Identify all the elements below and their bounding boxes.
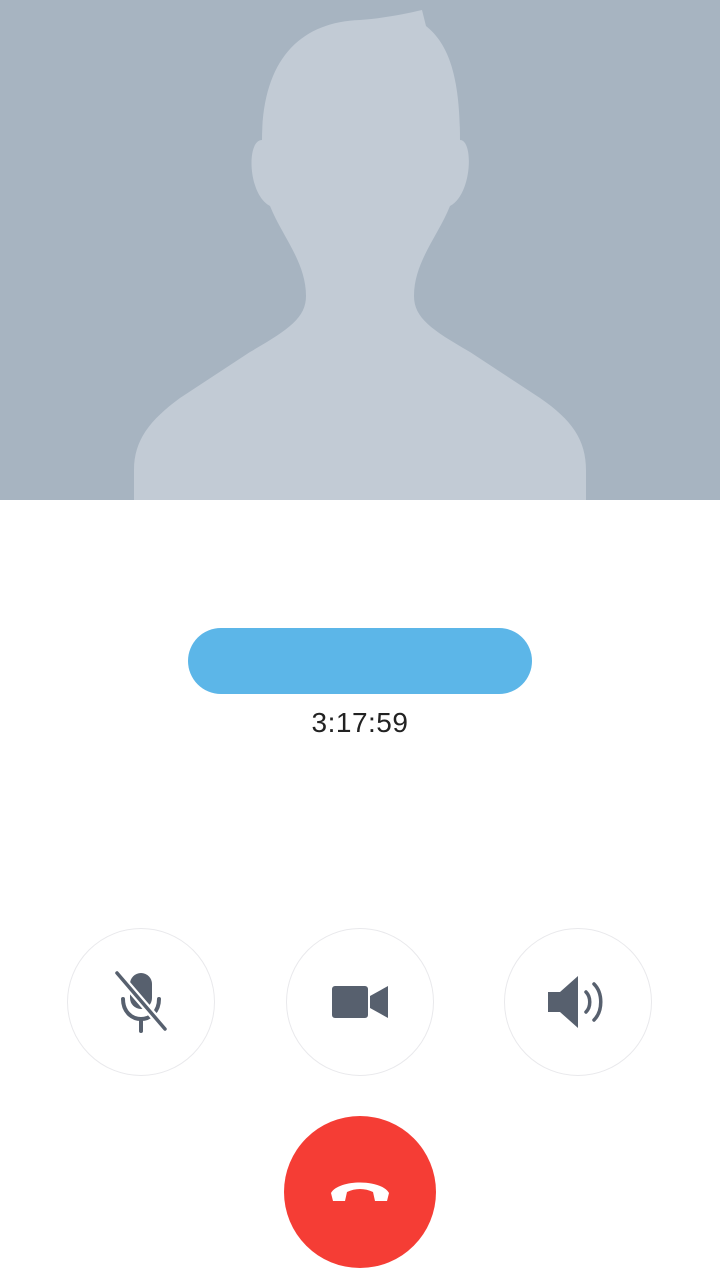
default-person-silhouette-icon: [134, 10, 586, 500]
contact-name-redacted: [188, 628, 532, 694]
call-screen: 3:17:59: [0, 0, 720, 1280]
phone-hangup-icon: [331, 1182, 389, 1201]
speaker-button[interactable]: [504, 928, 652, 1076]
mute-button[interactable]: [67, 928, 215, 1076]
video-button[interactable]: [286, 928, 434, 1076]
video-camera-icon: [332, 986, 388, 1018]
microphone-muted-icon: [113, 969, 169, 1033]
end-call-button[interactable]: [284, 1116, 436, 1268]
speaker-volume-icon: [548, 976, 603, 1028]
call-duration: 3:17:59: [311, 707, 409, 738]
contact-avatar: [0, 0, 720, 500]
